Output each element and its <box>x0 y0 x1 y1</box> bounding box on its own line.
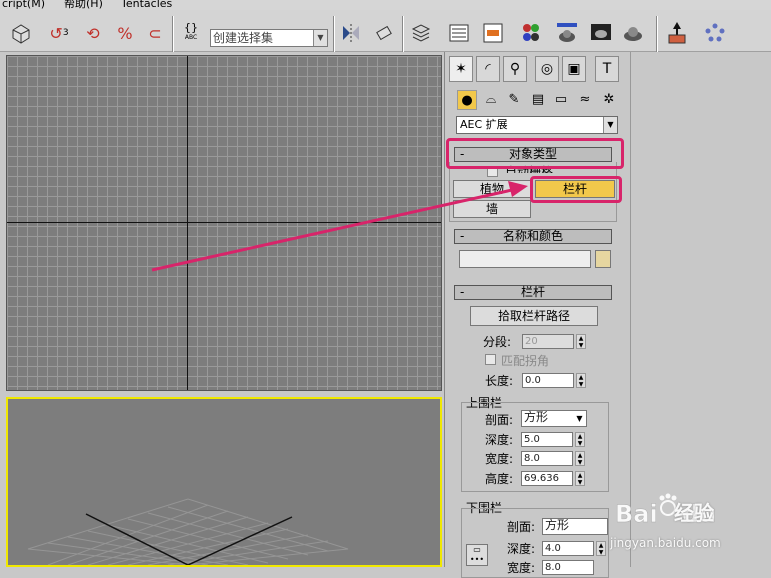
railing-rollout-header[interactable]: - 栏杆 <box>454 285 612 300</box>
display-monitor-icon: ▣ <box>567 61 581 77</box>
grid-axis-horizontal <box>7 222 441 223</box>
toolbar-separator <box>172 16 174 52</box>
pick-railing-path-button[interactable]: 拾取栏杆路径 <box>470 306 598 326</box>
tab-modify[interactable]: ◜ <box>476 56 500 82</box>
percent-snap-icon[interactable]: % <box>112 20 138 46</box>
match-corners-label: 匹配拐角 <box>501 354 550 368</box>
bottom-rail-depth-field[interactable]: 4.0 <box>542 541 594 556</box>
quick-render-icon[interactable] <box>620 20 646 46</box>
top-rail-height-spinner[interactable]: ▲ ▼ <box>575 471 585 486</box>
modify-arc-icon: ◜ <box>485 61 491 77</box>
viewport-top[interactable] <box>6 55 442 391</box>
bottom-rail-width-label: 宽度: <box>507 561 536 575</box>
bottom-rail-depth-label: 深度: <box>507 542 536 556</box>
menu-help[interactable]: 帮助(H) <box>64 0 103 9</box>
segments-field[interactable]: 20 <box>522 334 574 349</box>
undo-icon[interactable] <box>8 20 34 46</box>
shapes-icon[interactable]: ⌓ <box>481 90 501 110</box>
named-selection-icon[interactable]: {} ABC <box>178 20 204 46</box>
tab-utilities[interactable]: T <box>595 56 619 82</box>
menu-tentacles[interactable]: Tentacles <box>121 0 172 9</box>
command-panel: ✶ ◜ ⚲ ◎ ▣ T ● ⌓ ✎ ▤ ▭ ≈ ✲ AEC 扩展 ▼ - 对象类型 … <box>444 52 630 578</box>
maxscript-listener-icon[interactable] <box>664 20 690 46</box>
baidu-jingyan-watermark: Bai du 经验 jingyan.baidu.com <box>610 482 770 562</box>
chevron-down-icon: ▼ <box>576 414 583 423</box>
perspective-grid <box>27 498 349 565</box>
extras-dots-icon[interactable] <box>702 20 728 46</box>
segments-label: 分段: <box>483 335 512 349</box>
length-label: 长度: <box>485 374 514 388</box>
tab-hierarchy[interactable]: ⚲ <box>503 56 527 82</box>
systems-gear-icon[interactable]: ✲ <box>599 90 619 110</box>
select-move-icon[interactable]: ⟲ <box>80 20 106 46</box>
top-rail-depth-field[interactable]: 5.0 <box>521 432 573 447</box>
category-dropdown[interactable]: AEC 扩展 ▼ <box>456 116 618 134</box>
match-corners-checkbox[interactable] <box>485 354 496 365</box>
length-field[interactable]: 0.0 <box>522 373 574 388</box>
curve-editor-icon[interactable] <box>446 20 472 46</box>
spacing-tool-icon[interactable]: ▭ ••• <box>466 544 488 566</box>
tab-create[interactable]: ✶ <box>449 56 473 82</box>
top-rail-width-label: 宽度: <box>485 452 514 466</box>
tab-motion[interactable]: ◎ <box>535 56 559 82</box>
main-toolbar: ↺ 3 ⟲ % ⊂ {} ABC 创建选择集 ▼ <box>0 10 771 52</box>
create-star-icon: ✶ <box>455 61 467 77</box>
utilities-hammer-icon: T <box>602 61 612 77</box>
hierarchy-icon: ⚲ <box>509 61 521 77</box>
material-editor-icon[interactable] <box>518 20 544 46</box>
top-rail-height-field[interactable]: 69.636 <box>521 471 573 486</box>
object-color-swatch[interactable] <box>595 250 611 268</box>
menu-bar: cript(M) 帮助(H) Tentacles <box>0 0 771 10</box>
top-rail-width-field[interactable]: 8.0 <box>521 451 573 466</box>
space-warps-icon[interactable]: ≈ <box>575 90 595 110</box>
object-type-highlight-box <box>446 138 624 169</box>
bottom-rail-depth-spinner[interactable]: ▲ ▼ <box>596 541 606 556</box>
top-rail-width-spinner[interactable]: ▲ ▼ <box>575 451 585 466</box>
menu-script[interactable]: cript(M) <box>2 0 45 9</box>
bottom-rail-width-field[interactable]: 8.0 <box>542 560 594 575</box>
top-rail-depth-label: 深度: <box>485 433 514 447</box>
top-rail-profile-label: 剖面: <box>485 413 514 427</box>
wall-button[interactable]: 墙 <box>453 200 531 218</box>
watermark-brand-text: 经验 <box>674 501 714 525</box>
motion-icon: ◎ <box>540 61 554 77</box>
toolbar-separator <box>333 16 335 52</box>
railing-highlight-box <box>530 176 622 203</box>
schematic-view-icon[interactable] <box>480 20 506 46</box>
bottom-rail-profile-dropdown[interactable]: 方形 <box>542 518 608 535</box>
lights-icon[interactable]: ✎ <box>504 90 524 110</box>
select-link-icon[interactable]: ↺ 3 <box>46 20 72 46</box>
name-color-rollout-header[interactable]: - 名称和颜色 <box>454 229 612 244</box>
toolbar-separator <box>656 16 658 52</box>
helpers-icon[interactable]: ▭ <box>551 90 571 110</box>
foliage-button[interactable]: 植物 <box>453 180 531 198</box>
svg-text:Bai: Bai <box>615 500 658 528</box>
chevron-down-icon: ▼ <box>313 30 327 46</box>
length-spinner[interactable]: ▲ ▼ <box>576 373 586 388</box>
chevron-down-icon: ▼ <box>603 117 617 133</box>
align-icon[interactable] <box>372 20 398 46</box>
bottom-rail-profile-label: 剖面: <box>507 520 536 534</box>
spinner-snap-icon[interactable]: ⊂ <box>142 20 168 46</box>
top-rail-height-label: 高度: <box>485 472 514 486</box>
cameras-icon[interactable]: ▤ <box>528 90 548 110</box>
geometry-sphere-icon[interactable]: ● <box>457 90 477 110</box>
top-rail-depth-spinner[interactable]: ▲ ▼ <box>575 432 585 447</box>
segments-spinner[interactable]: ▲ ▼ <box>576 334 586 349</box>
selection-set-dropdown[interactable]: 创建选择集 ▼ <box>210 29 328 47</box>
grid-axis-vertical <box>187 56 188 390</box>
watermark-url: jingyan.baidu.com <box>610 536 721 550</box>
mirror-icon[interactable] <box>338 20 364 46</box>
layer-manager-icon[interactable] <box>408 20 434 46</box>
viewport-perspective[interactable] <box>6 397 442 567</box>
toolbar-separator <box>402 16 404 52</box>
rendered-frame-icon[interactable] <box>588 20 614 46</box>
render-setup-icon[interactable] <box>554 20 580 46</box>
object-name-input[interactable] <box>459 250 591 268</box>
tab-display[interactable]: ▣ <box>562 56 586 82</box>
